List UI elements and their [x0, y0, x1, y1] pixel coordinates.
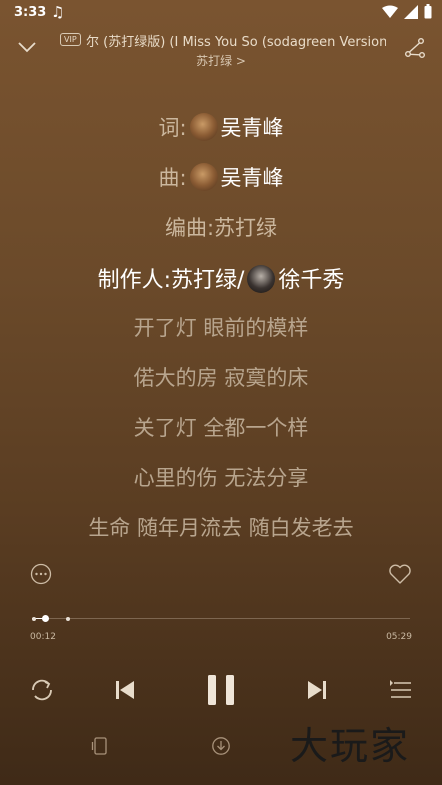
producer-label: 制作人:苏打绿/ [97, 268, 245, 293]
status-bar: 3:33 ♫ [0, 0, 442, 26]
lyric-line: 心里的伤 无法分享 [133, 466, 309, 490]
composer-line: 曲: 吴青峰 [0, 162, 442, 192]
wifi-icon [382, 5, 398, 18]
composer-label: 曲: [158, 166, 187, 190]
current-time: 00:12 [30, 632, 56, 642]
song-title: 尔 (苏打绿版) (I Miss You So (sodagreen Versi… [86, 35, 386, 50]
status-time: 3:33 [14, 5, 47, 20]
lyricist-line: 词: 吴青峰 [0, 112, 442, 142]
lyricist-label: 词: [158, 116, 187, 140]
producer-name[interactable]: 徐千秀 [278, 268, 344, 293]
progress-track[interactable] [32, 618, 410, 619]
previous-icon[interactable] [110, 675, 140, 705]
avatar [189, 163, 218, 191]
download-icon[interactable] [211, 736, 231, 756]
arranger-line: 编曲:苏打绿 [164, 216, 278, 240]
pause-icon[interactable] [203, 670, 239, 710]
signal-icon [404, 4, 418, 19]
repeat-icon[interactable] [27, 675, 57, 705]
music-note-icon: ♫ [51, 3, 65, 21]
status-icons [382, 4, 432, 19]
lyric-line: 生命 随年月流去 随白发老去 [88, 516, 354, 540]
watermark: 大玩家 [290, 724, 411, 768]
composer-name[interactable]: 吴青峰 [221, 166, 284, 190]
lyricist-name[interactable]: 吴青峰 [221, 116, 284, 140]
more-icon[interactable] [30, 563, 52, 585]
playlist-icon[interactable] [386, 675, 416, 705]
progress-knob[interactable] [42, 615, 50, 622]
progress-start-dot [32, 617, 36, 621]
battery-icon [424, 4, 432, 19]
share-icon[interactable] [404, 37, 426, 59]
vip-badge: VIP [60, 33, 81, 46]
lyric-line: 关了灯 全都一个样 [133, 416, 309, 440]
total-time: 05:29 [386, 632, 412, 642]
avatar [189, 113, 218, 141]
lyric-line: 偌大的房 寂寞的床 [133, 366, 309, 390]
lyric-line: 开了灯 眼前的模样 [133, 316, 309, 340]
buffer-marker [66, 617, 70, 621]
artist-link[interactable]: 苏打绿 > [0, 52, 442, 69]
device-icon[interactable] [91, 736, 111, 756]
avatar [247, 265, 276, 293]
heart-icon[interactable] [388, 563, 412, 585]
next-icon[interactable] [302, 675, 332, 705]
producer-line: 制作人:苏打绿/徐千秀 [0, 262, 442, 294]
